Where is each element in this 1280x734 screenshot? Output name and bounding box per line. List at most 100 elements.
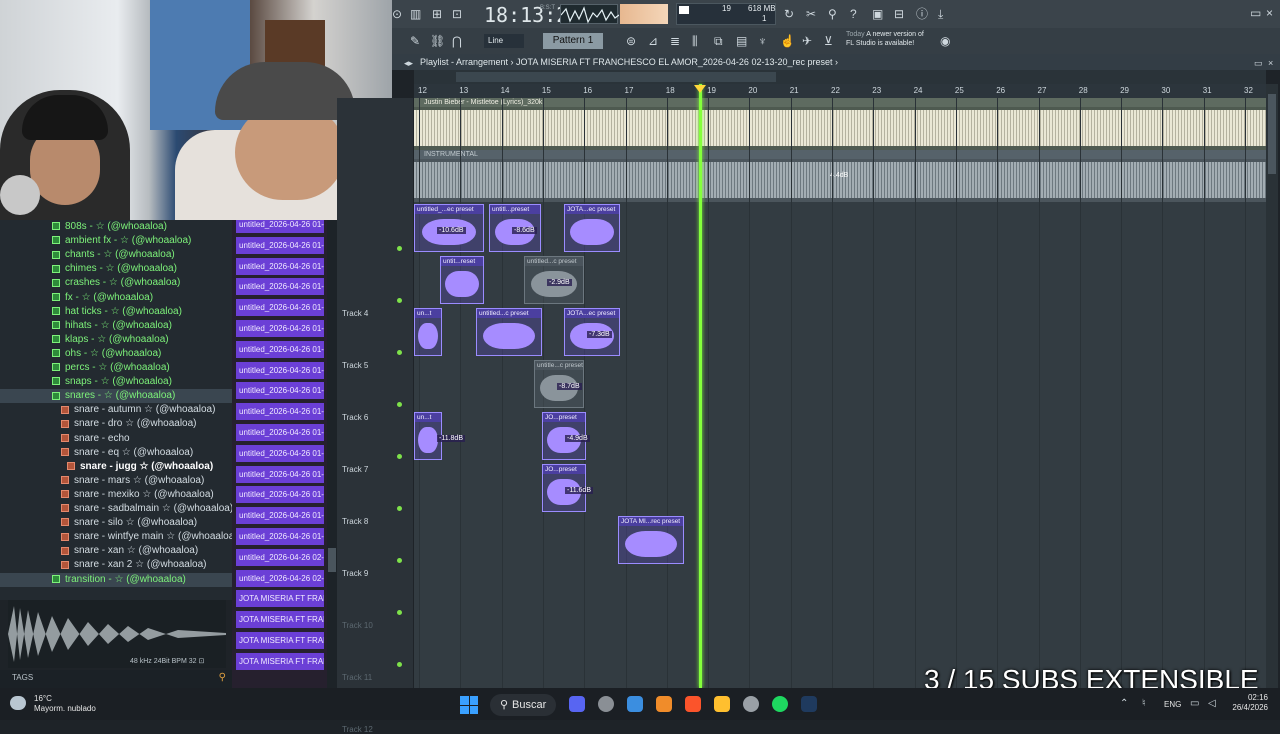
- pencil-icon[interactable]: ✎: [410, 34, 420, 48]
- browser-folder[interactable]: hihats - ☆ (@whoaaloa): [0, 319, 232, 333]
- time-ruler[interactable]: 12 13 14 15 16 17 18 19 20 21 22 23 24 25 26 27 28 29 30 31…: [414, 84, 1266, 98]
- pattern-item[interactable]: untitled_2026-04-26 01-...: [236, 403, 324, 421]
- plugin-icon[interactable]: ⊟: [894, 7, 904, 21]
- pattern-item[interactable]: untitled_2026-04-26 01-...: [236, 340, 324, 358]
- track-name[interactable]: Track 5: [342, 361, 368, 370]
- track-name[interactable]: Track 4: [342, 309, 368, 318]
- track-mute-led[interactable]: [397, 662, 402, 667]
- pattern-clip[interactable]: untitle...c preset -8.7dB: [534, 360, 584, 408]
- browser-file[interactable]: snare - mexiko ☆ (@whoaaloa): [0, 488, 232, 502]
- pattern-item[interactable]: JOTA MISERIA FT FRANCH...: [236, 632, 324, 649]
- playlist-grid[interactable]: Justin Bieber - Mistletoe (Lyrics)_320k …: [414, 98, 1266, 688]
- playhead[interactable]: [699, 84, 702, 688]
- pattern-item[interactable]: untitled_2026-04-26 01-...: [236, 320, 324, 337]
- pattern-item[interactable]: untitled_2026-04-26 01-...: [236, 220, 324, 233]
- windows-start-icon[interactable]: [460, 696, 478, 714]
- audio-clip-justin-bieber[interactable]: Justin Bieber - Mistletoe (Lyrics)_320k: [414, 98, 1266, 150]
- playlist-minimize-icon[interactable]: ▭: [1254, 56, 1263, 70]
- browser-file[interactable]: snare - jugg ☆ (@whoaaloa): [0, 460, 232, 474]
- update-notice[interactable]: Today A newer version of FL Studio is av…: [846, 30, 924, 48]
- playlist-close-icon[interactable]: ×: [1268, 56, 1273, 70]
- track-name[interactable]: Track 9: [342, 569, 368, 578]
- track-mute-led[interactable]: [397, 610, 402, 615]
- piano-roll-icon[interactable]: ⊜: [626, 34, 636, 48]
- github-icon[interactable]: [743, 696, 759, 712]
- pattern-clip[interactable]: untitled_...ec preset -10.6dB: [414, 204, 484, 252]
- info-icon[interactable]: ⓘ: [916, 7, 928, 21]
- track-name[interactable]: Track 7: [342, 465, 368, 474]
- file-icon[interactable]: ▤: [736, 34, 747, 48]
- scrollbar-thumb[interactable]: [1268, 94, 1276, 174]
- speaker-icon[interactable]: ◁: [1208, 697, 1216, 711]
- pattern-item[interactable]: untitled_2026-04-26 01-...: [236, 382, 324, 400]
- help-icon[interactable]: ?: [850, 7, 857, 21]
- network-icon[interactable]: ▭: [1190, 697, 1199, 711]
- track-mute-led[interactable]: [397, 506, 402, 511]
- track-name[interactable]: Track 10: [342, 621, 373, 630]
- plugin-picker-icon[interactable]: ♆: [758, 34, 767, 48]
- pattern-clip[interactable]: JOTA MI...rec preset: [618, 516, 684, 564]
- file-explorer-icon[interactable]: [627, 696, 643, 712]
- channel-rack-icon[interactable]: ≣: [670, 34, 680, 48]
- pattern-clip[interactable]: JO...preset -11.6dB: [542, 464, 593, 512]
- browser-file[interactable]: snare - xan 2 ☆ (@whoaaloa): [0, 558, 232, 572]
- audio-clip-instrumental[interactable]: INSTRUMENTAL 4.4dB: [414, 150, 1266, 202]
- browser-folder[interactable]: snares - ☆ (@whoaaloa): [0, 389, 232, 404]
- playlist-title-bar[interactable]: Playlist - Arrangement › JOTA MISERIA FT…: [392, 54, 1280, 70]
- browser-folder[interactable]: crashes - ☆ (@whoaaloa): [0, 276, 232, 290]
- weather-widget[interactable]: 16°C Mayorm. nublado: [34, 694, 96, 714]
- track-name[interactable]: Track 8: [342, 517, 368, 526]
- track-mute-led[interactable]: [397, 402, 402, 407]
- pattern-item[interactable]: untitled_2026-04-26 01-...: [236, 486, 324, 504]
- cut-icon[interactable]: ✂: [806, 7, 816, 21]
- pattern-item[interactable]: untitled_2026-04-26 02-...: [236, 569, 324, 587]
- playlist-scrollbar[interactable]: [1266, 84, 1278, 688]
- playhead-marker[interactable]: [694, 85, 706, 93]
- browser-file[interactable]: snare - dro ☆ (@whoaaloa): [0, 417, 232, 431]
- song-overview[interactable]: [414, 70, 1266, 84]
- snap-select[interactable]: Line: [484, 34, 524, 48]
- play-icon[interactable]: ⊙: [392, 7, 402, 21]
- pattern-item[interactable]: untitled_2026-04-26 02-...: [236, 548, 324, 566]
- track-mute-led[interactable]: [397, 298, 402, 303]
- track-mute-led[interactable]: [397, 246, 402, 251]
- pattern-item[interactable]: untitled_2026-04-26 01-...: [236, 424, 324, 441]
- undo-icon[interactable]: ↻: [784, 7, 794, 21]
- playlist-menu-icon[interactable]: ◂▸: [404, 56, 413, 70]
- pattern-item[interactable]: untitled_2026-04-26 01-...: [236, 278, 324, 296]
- save-icon[interactable]: ▣: [872, 7, 883, 21]
- link-icon[interactable]: ⚲: [828, 7, 837, 21]
- browser-folder[interactable]: klaps - ☆ (@whoaaloa): [0, 333, 232, 347]
- browser-folder[interactable]: ohs - ☆ (@whoaaloa): [0, 347, 232, 361]
- chain-icon[interactable]: ⛓: [430, 34, 445, 48]
- browser-file[interactable]: snare - wintfye main ☆ (@whoaaloa): [0, 530, 232, 544]
- language-indicator[interactable]: ENG: [1164, 700, 1181, 709]
- pattern-clip[interactable]: untitl...preset -8.6dB: [489, 204, 541, 252]
- track-name[interactable]: Track 11: [342, 673, 372, 682]
- magnet-icon[interactable]: ⋂: [452, 34, 462, 48]
- browser-file[interactable]: snare - sadbalmain ☆ (@whoaaloa): [0, 502, 232, 516]
- pattern-item[interactable]: JOTA MISERIA FT FRANCH...: [236, 590, 324, 608]
- scrollbar-thumb[interactable]: [328, 548, 336, 572]
- track-mute-led[interactable]: [397, 558, 402, 563]
- pattern-item[interactable]: untitled_2026-04-26 01-...: [236, 444, 324, 462]
- hint-icon[interactable]: ✈: [802, 34, 812, 48]
- track-mute-led[interactable]: [397, 350, 402, 355]
- browser-file[interactable]: snare - mars ☆ (@whoaaloa): [0, 474, 232, 488]
- brave-icon[interactable]: [685, 696, 701, 712]
- pattern-item[interactable]: untitled_2026-04-26 01-...: [236, 465, 324, 483]
- browser-folder[interactable]: transition - ☆ (@whoaaloa): [0, 572, 232, 587]
- track-mute-led[interactable]: [397, 454, 402, 459]
- pattern-scrollbar[interactable]: [327, 220, 337, 688]
- pattern-clip[interactable]: un...t: [414, 308, 442, 356]
- pattern-clip[interactable]: untitled...c preset -2.9dB: [524, 256, 584, 304]
- track-name[interactable]: Track 6: [342, 413, 368, 422]
- browser-folder[interactable]: chimes - ☆ (@whoaaloa): [0, 262, 232, 276]
- track-name[interactable]: Track 12: [342, 725, 373, 734]
- mic-icon[interactable]: ♮: [1142, 697, 1146, 711]
- browser-file[interactable]: snare - silo ☆ (@whoaaloa): [0, 516, 232, 530]
- browser-folder[interactable]: chants - ☆ (@whoaaloa): [0, 248, 232, 262]
- browser-folder[interactable]: percs - ☆ (@whoaaloa): [0, 361, 232, 375]
- close-icon[interactable]: ×: [1266, 6, 1273, 20]
- photoshop-icon[interactable]: [801, 696, 817, 712]
